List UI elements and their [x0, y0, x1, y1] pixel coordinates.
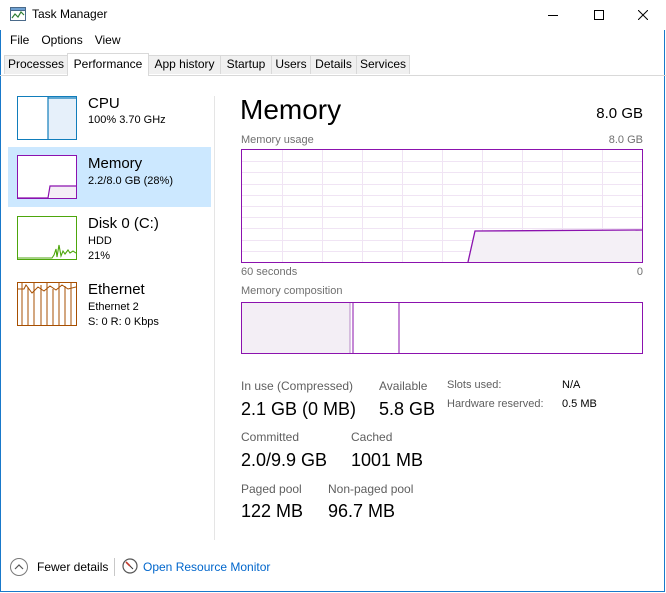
- committed-label: Committed: [241, 430, 300, 444]
- time-axis-start: 60 seconds: [241, 266, 298, 278]
- memory-composition-label: Memory composition: [241, 285, 343, 297]
- disk-thumbnail-graph: [17, 216, 77, 260]
- footer-bar: Fewer details Open Resource Monitor: [0, 552, 666, 582]
- menu-file[interactable]: File: [0, 30, 35, 50]
- memory-total: 8.0 GB: [596, 105, 643, 122]
- sidebar-item-memory[interactable]: Memory 2.2/8.0 GB (28%): [8, 147, 211, 207]
- close-button[interactable]: [620, 0, 666, 30]
- time-axis-end: 0: [636, 266, 643, 278]
- maximize-icon: [594, 10, 604, 20]
- performance-sidebar: CPU 100% 3.70 GHz Memory 2.2/8.0 GB (28%…: [0, 88, 212, 548]
- fewer-details-button[interactable]: [10, 558, 28, 576]
- menu-view[interactable]: View: [89, 30, 127, 50]
- sidebar-item-cpu[interactable]: CPU 100% 3.70 GHz: [8, 88, 211, 148]
- close-icon: [638, 10, 648, 20]
- in-use-value: 2.1 GB (0 MB): [241, 399, 357, 419]
- sidebar-item-disk[interactable]: Disk 0 (C:) HDD 21%: [8, 208, 211, 268]
- memory-usage-label: Memory usage: [241, 134, 314, 146]
- ethernet-mini-chart: [18, 283, 76, 325]
- available-value: 5.8 GB: [379, 399, 436, 419]
- committed-value: 2.0/9.9 GB: [241, 450, 328, 470]
- tab-performance[interactable]: Performance: [67, 53, 149, 76]
- cpu-thumbnail-graph: [17, 96, 77, 140]
- chevron-up-icon: [14, 564, 24, 570]
- sidebar-item-detail: HDD: [88, 235, 112, 247]
- sidebar-item-title: CPU: [88, 95, 120, 112]
- memory-composition-chart: [242, 303, 400, 353]
- slots-used-label: Slots used:: [447, 379, 502, 391]
- sidebar-item-title: Memory: [88, 155, 143, 172]
- sidebar-item-detail: S: 0 R: 0 Kbps: [88, 316, 159, 328]
- tab-strip: Processes Performance App history Startu…: [0, 53, 666, 76]
- slots-used-value: N/A: [562, 379, 581, 391]
- tab-users[interactable]: Users: [271, 55, 311, 74]
- sidebar-item-ethernet[interactable]: Ethernet Ethernet 2 S: 0 R: 0 Kbps: [8, 274, 211, 334]
- ethernet-thumbnail-graph: [17, 282, 77, 326]
- sidebar-item-detail: 21%: [88, 250, 111, 262]
- disk-mini-chart: [18, 244, 76, 259]
- hardware-reserved-value: 0.5 MB: [562, 398, 597, 410]
- sidebar-item-title: Disk 0 (C:): [88, 215, 159, 232]
- menu-options[interactable]: Options: [35, 30, 88, 50]
- task-manager-icon: [10, 7, 26, 21]
- open-resource-monitor-link[interactable]: Open Resource Monitor: [143, 560, 270, 574]
- window-title: Task Manager: [32, 7, 108, 21]
- minimize-button[interactable]: [530, 0, 576, 30]
- sidebar-divider: [214, 96, 215, 540]
- tab-details[interactable]: Details: [310, 55, 357, 74]
- menu-bar: File Options View: [0, 30, 127, 50]
- memory-composition-bar: [241, 302, 643, 354]
- sidebar-item-detail: 100% 3.70 GHz: [88, 114, 166, 126]
- tab-services[interactable]: Services: [356, 55, 410, 74]
- page-title: Memory: [240, 94, 342, 125]
- memory-usage-chart: [242, 150, 643, 263]
- tab-app-history[interactable]: App history: [148, 55, 221, 74]
- cpu-mini-chart: [18, 97, 76, 139]
- cached-label: Cached: [351, 430, 393, 444]
- memory-usage-max: 8.0 GB: [608, 134, 643, 146]
- paged-pool-value: 122 MB: [241, 501, 304, 521]
- fewer-details-label[interactable]: Fewer details: [37, 560, 108, 574]
- memory-thumbnail-graph: [17, 155, 77, 199]
- title-bar[interactable]: Task Manager: [0, 0, 666, 30]
- maximize-button[interactable]: [576, 0, 622, 30]
- sidebar-item-detail: Ethernet 2: [88, 301, 139, 313]
- tab-processes[interactable]: Processes: [4, 55, 68, 74]
- resource-monitor-icon[interactable]: [122, 558, 138, 574]
- non-paged-pool-label: Non-paged pool: [328, 482, 414, 496]
- memory-mini-chart: [18, 185, 76, 198]
- available-label: Available: [379, 379, 428, 393]
- memory-usage-graph: [241, 149, 643, 263]
- cached-value: 1001 MB: [351, 450, 424, 470]
- sidebar-item-title: Ethernet: [88, 281, 145, 298]
- minimize-icon: [548, 15, 558, 16]
- hardware-reserved-label: Hardware reserved:: [447, 398, 544, 410]
- non-paged-pool-value: 96.7 MB: [328, 501, 396, 521]
- sidebar-item-detail: 2.2/8.0 GB (28%): [88, 175, 173, 187]
- in-use-label: In use (Compressed): [241, 379, 354, 393]
- footer-separator: [114, 558, 115, 576]
- paged-pool-label: Paged pool: [241, 482, 302, 496]
- tab-startup[interactable]: Startup: [220, 55, 272, 74]
